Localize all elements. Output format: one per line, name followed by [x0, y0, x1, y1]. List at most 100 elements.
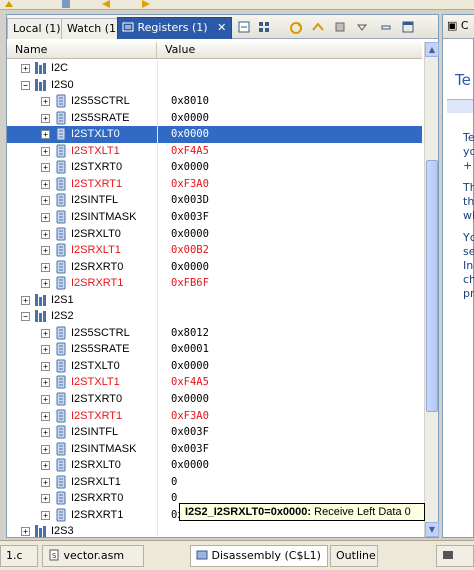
vertical-scrollbar[interactable]: ▲ ▼: [424, 42, 439, 537]
sync-button[interactable]: [310, 20, 326, 35]
register-value[interactable]: 0xF3A0: [171, 408, 209, 424]
register-group-row[interactable]: + I2C: [7, 60, 422, 77]
register-row[interactable]: + I2SRXRT0 0x0000: [7, 258, 422, 276]
expand-toggle-icon[interactable]: +: [41, 428, 50, 438]
register-value[interactable]: 0x003F: [171, 424, 209, 440]
register-row[interactable]: + I2SRXLT0 0x0000: [7, 225, 422, 243]
register-value[interactable]: 0: [171, 474, 177, 490]
register-row[interactable]: + I2STXRT1 0xF3A0: [7, 407, 422, 425]
register-value[interactable]: 0x0001: [171, 341, 209, 357]
expand-toggle-icon[interactable]: +: [41, 361, 50, 371]
column-value-header[interactable]: Value: [157, 42, 422, 58]
expand-toggle-icon[interactable]: +: [41, 494, 50, 504]
register-row[interactable]: + I2STXRT1 0xF3A0: [7, 175, 422, 193]
nav-back-icon[interactable]: [100, 0, 112, 8]
register-row[interactable]: + I2SINTMASK 0x003F: [7, 440, 422, 458]
expand-toggle-icon[interactable]: +: [41, 146, 50, 156]
close-icon[interactable]: ✕: [217, 21, 226, 34]
register-value[interactable]: 0x8012: [171, 325, 209, 341]
collapse-toggle-icon[interactable]: −: [21, 312, 30, 322]
register-row[interactable]: + I2S5SCTRL 0x8010: [7, 93, 422, 110]
register-row[interactable]: + I2S5SCTRL 0x8012: [7, 324, 422, 342]
register-row[interactable]: + I2SRXLT1 0x00B2: [7, 242, 422, 259]
arrow-icon[interactable]: [4, 0, 14, 8]
collapse-all-button[interactable]: [236, 20, 252, 35]
expand-toggle-icon[interactable]: +: [41, 262, 50, 272]
tab-right-stub[interactable]: [436, 545, 474, 567]
expand-toggle-icon[interactable]: +: [41, 411, 50, 421]
expand-toggle-icon[interactable]: +: [41, 130, 50, 140]
right-panel-section-bar[interactable]: [447, 99, 473, 113]
register-value[interactable]: 0x0000: [171, 159, 209, 175]
expand-toggle-icon[interactable]: +: [41, 279, 50, 289]
register-value[interactable]: 0xF4A5: [171, 374, 209, 390]
register-group-row[interactable]: + I2S3: [7, 523, 422, 537]
register-row[interactable]: + I2S5SRATE 0x0001: [7, 341, 422, 358]
register-value[interactable]: 0xF4A5: [171, 143, 209, 159]
register-value[interactable]: 0: [171, 490, 177, 506]
right-panel-tab[interactable]: ▣ C: [443, 15, 474, 39]
expand-toggle-icon[interactable]: +: [41, 246, 50, 256]
register-value[interactable]: 0xFB6F: [171, 275, 209, 291]
expand-toggle-icon[interactable]: +: [21, 64, 30, 73]
register-row[interactable]: + I2STXRT0 0x0000: [7, 159, 422, 176]
tab-disassembly[interactable]: Disassembly (C$L1) ✕: [190, 545, 338, 567]
register-row[interactable]: + I2SINTFL 0x003D: [7, 192, 422, 209]
expand-toggle-icon[interactable]: +: [41, 461, 50, 471]
register-group-row[interactable]: − I2S0: [7, 76, 422, 94]
db-icon[interactable]: [60, 0, 72, 8]
register-value[interactable]: 0x0000: [171, 110, 209, 126]
register-value[interactable]: 0x0000: [171, 126, 209, 142]
scroll-up-button[interactable]: ▲: [425, 42, 439, 57]
register-row[interactable]: + I2SRXLT0 0x0000: [7, 457, 422, 474]
register-row[interactable]: + I2SINTFL 0x003F: [7, 424, 422, 441]
register-value[interactable]: 0x8010: [171, 93, 209, 109]
view-menu-button[interactable]: [354, 20, 370, 35]
register-row[interactable]: + I2STXLT1 0xF4A5: [7, 142, 422, 160]
scrollbar-thumb[interactable]: [426, 160, 438, 412]
tab-registers[interactable]: Registers (1) ✕: [117, 17, 233, 39]
expand-toggle-icon[interactable]: +: [41, 196, 50, 206]
register-value[interactable]: 0xF3A0: [171, 176, 209, 192]
expand-toggle-icon[interactable]: +: [41, 345, 50, 355]
register-value[interactable]: 0x0000: [171, 259, 209, 275]
expand-toggle-icon[interactable]: +: [41, 97, 50, 107]
register-group-row[interactable]: − I2S2: [7, 308, 422, 325]
tab-outline[interactable]: Outline: [330, 545, 378, 567]
register-value[interactable]: 0x0000: [171, 358, 209, 374]
register-value[interactable]: 0x00B2: [171, 242, 209, 258]
expand-toggle-icon[interactable]: +: [41, 395, 50, 404]
expand-toggle-icon[interactable]: +: [41, 444, 50, 454]
maximize-button[interactable]: [400, 20, 416, 35]
minimize-button[interactable]: [378, 20, 394, 35]
register-row[interactable]: + I2SINTMASK 0x003F: [7, 208, 422, 226]
refresh-button[interactable]: [288, 20, 304, 35]
register-value[interactable]: 0x0000: [171, 226, 209, 242]
expand-toggle-icon[interactable]: +: [21, 295, 30, 305]
expand-toggle-icon[interactable]: +: [41, 113, 50, 123]
register-row[interactable]: + I2SRXLT1 0: [7, 473, 422, 491]
register-row[interactable]: + I2STXLT0 0x0000: [7, 126, 422, 143]
register-row[interactable]: + I2SRXRT1 0xFB6F: [7, 275, 422, 292]
expand-toggle-icon[interactable]: +: [41, 378, 50, 388]
column-name-header[interactable]: Name: [7, 42, 157, 58]
register-row[interactable]: + I2STXLT1 0xF4A5: [7, 374, 422, 392]
expand-toggle-icon[interactable]: +: [41, 229, 50, 239]
register-value[interactable]: 0x003F: [171, 209, 209, 225]
register-value[interactable]: 0x0000: [171, 391, 209, 407]
expand-toggle-icon[interactable]: +: [41, 328, 50, 338]
tab-file-c[interactable]: 1.c: [0, 545, 38, 567]
nav-forward-icon[interactable]: [140, 0, 152, 8]
expand-toggle-icon[interactable]: +: [41, 510, 50, 520]
expand-toggle-icon[interactable]: +: [41, 163, 50, 173]
register-row[interactable]: + I2STXLT0 0x0000: [7, 357, 422, 375]
scroll-down-button[interactable]: ▼: [425, 522, 439, 537]
register-value[interactable]: 0x003F: [171, 441, 209, 457]
expand-toggle-icon[interactable]: +: [41, 477, 50, 487]
tab-local[interactable]: Local (1): [7, 18, 67, 39]
expand-toggle-icon[interactable]: +: [41, 212, 50, 222]
expand-toggle-icon[interactable]: +: [41, 179, 50, 189]
register-row[interactable]: + I2S5SRATE 0x0000: [7, 109, 422, 127]
pin-button[interactable]: [332, 20, 348, 35]
collapse-toggle-icon[interactable]: −: [21, 80, 30, 90]
